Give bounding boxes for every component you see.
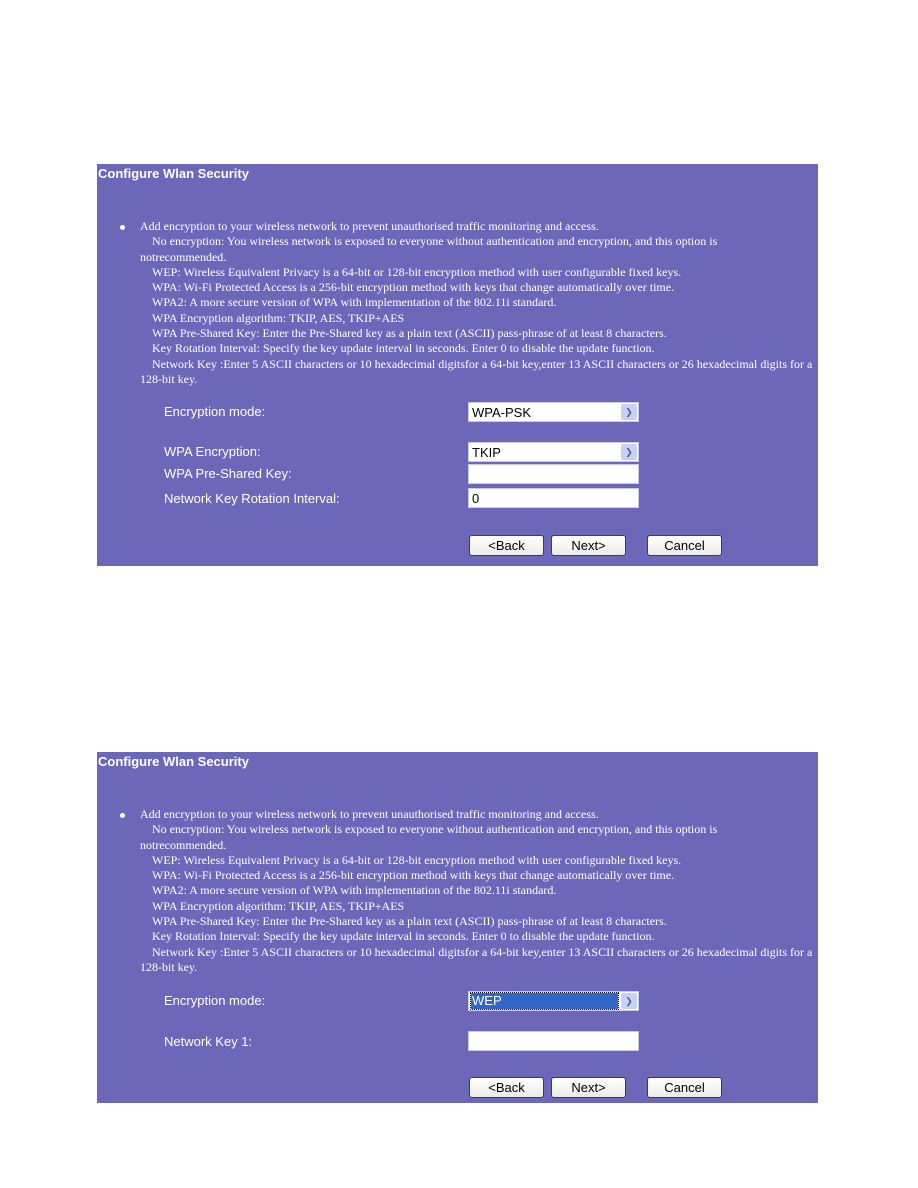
desc-line: notrecommended.: [140, 249, 227, 264]
encryption-mode-label: Encryption mode:: [164, 404, 266, 419]
panel-title: Configure Wlan Security: [98, 754, 249, 769]
desc-line: WPA Pre-Shared Key: Enter the Pre-Shared…: [152, 914, 667, 929]
desc-line: WPA: Wi-Fi Protected Access is a 256-bit…: [152, 868, 675, 883]
rotation-interval-label: Network Key Rotation Interval:: [164, 491, 340, 506]
back-button[interactable]: <Back: [469, 1077, 544, 1098]
desc-line: Key Rotation Interval: Specify the key u…: [152, 341, 655, 356]
panel-title: Configure Wlan Security: [98, 166, 249, 181]
cancel-button[interactable]: Cancel: [647, 1077, 722, 1098]
desc-line: Network Key :Enter 5 ASCII characters or…: [152, 944, 813, 959]
desc-line: notrecommended.: [140, 837, 227, 852]
rotation-interval-input[interactable]: 0: [468, 488, 639, 508]
desc-line: Add encryption to your wireless network …: [140, 807, 599, 821]
chevron-down-icon[interactable]: ❯: [621, 444, 637, 460]
chevron-down-icon[interactable]: ❯: [621, 404, 637, 420]
wpa-encryption-label: WPA Encryption:: [164, 444, 261, 459]
desc-line: WEP: Wireless Equivalent Privacy is a 64…: [152, 264, 682, 279]
network-key-label: Network Key 1:: [164, 1034, 253, 1049]
desc-line: Add encryption to your wireless network …: [140, 219, 599, 233]
encryption-mode-select[interactable]: WPA-PSK ❯: [468, 402, 639, 422]
description: Add encryption to your wireless network …: [105, 807, 817, 975]
encryption-mode-select[interactable]: WEP ❯: [468, 991, 639, 1011]
wpa-encryption-select[interactable]: TKIP ❯: [468, 442, 639, 462]
desc-line: WPA: Wi-Fi Protected Access is a 256-bit…: [152, 280, 675, 295]
desc-line: No encryption: You wireless network is e…: [152, 234, 718, 249]
desc-line: WPA2: A more secure version of WPA with …: [152, 883, 557, 898]
desc-line: Network Key :Enter 5 ASCII characters or…: [152, 356, 813, 371]
desc-line: WEP: Wireless Equivalent Privacy is a 64…: [152, 852, 682, 867]
next-button[interactable]: Next>: [551, 535, 626, 556]
psk-input[interactable]: [468, 464, 639, 484]
desc-line: WPA Encryption algorithm: TKIP, AES, TKI…: [152, 898, 405, 913]
chevron-down-icon[interactable]: ❯: [621, 993, 637, 1009]
selected-value: TKIP: [472, 445, 501, 460]
desc-line: Key Rotation Interval: Specify the key u…: [152, 929, 655, 944]
network-key-input[interactable]: [468, 1031, 639, 1051]
back-button[interactable]: <Back: [469, 535, 544, 556]
desc-line: WPA2: A more secure version of WPA with …: [152, 295, 557, 310]
wlan-security-panel-wep: Configure Wlan Security Add encryption t…: [97, 752, 818, 1103]
desc-line: 128-bit key.: [140, 371, 198, 386]
description: Add encryption to your wireless network …: [105, 219, 817, 387]
bullet-icon: [120, 813, 125, 818]
selected-value: WEP: [470, 992, 619, 1010]
desc-line: 128-bit key.: [140, 959, 198, 974]
psk-label: WPA Pre-Shared Key:: [164, 466, 292, 481]
selected-value: WPA-PSK: [472, 405, 531, 420]
wlan-security-panel-wpa: Configure Wlan Security Add encryption t…: [97, 164, 818, 566]
next-button[interactable]: Next>: [551, 1077, 626, 1098]
desc-line: No encryption: You wireless network is e…: [152, 822, 718, 837]
cancel-button[interactable]: Cancel: [647, 535, 722, 556]
encryption-mode-label: Encryption mode:: [164, 993, 266, 1008]
bullet-icon: [120, 225, 125, 230]
desc-line: WPA Encryption algorithm: TKIP, AES, TKI…: [152, 310, 405, 325]
desc-line: WPA Pre-Shared Key: Enter the Pre-Shared…: [152, 326, 667, 341]
